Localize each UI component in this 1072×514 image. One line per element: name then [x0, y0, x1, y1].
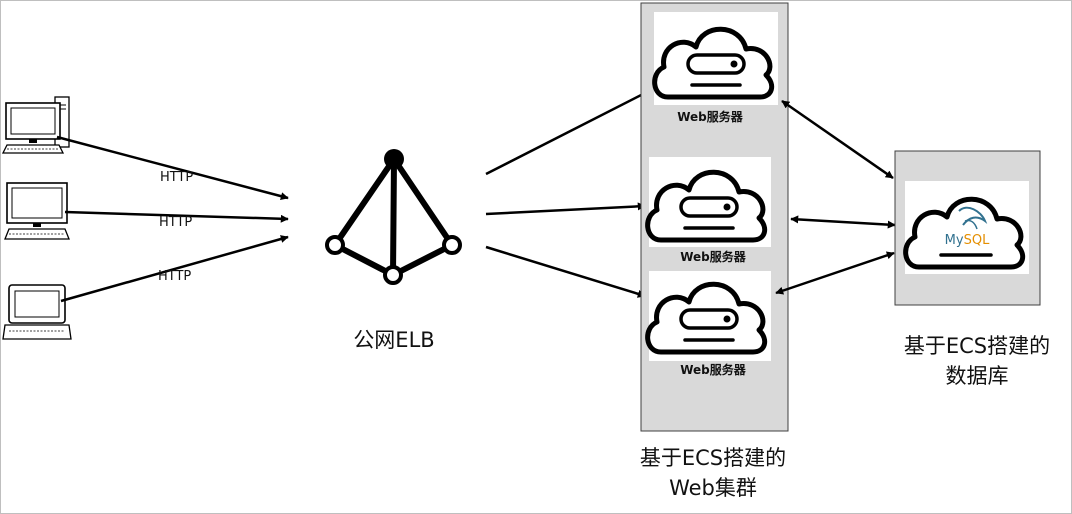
load-balancer-icon: [325, 149, 462, 285]
web-server-2-label: Web服务器: [680, 249, 747, 264]
desktop-client-1-icon: [1, 96, 70, 154]
laptop-client-icon: [2, 284, 72, 340]
database-caption-line2: 数据库: [946, 364, 1009, 388]
architecture-diagram: HTTP HTTP HTTP 公网ELB Web服务器 Web服务器 Web服务…: [0, 0, 1072, 514]
desktop-client-2-icon: [4, 182, 70, 240]
elb-label: 公网ELB: [353, 328, 434, 352]
http-label-3: HTTP: [158, 269, 191, 284]
http-label-2: HTTP: [159, 215, 192, 230]
mysql-logo-text: MySQL: [945, 233, 990, 248]
server-2-db-link: [790, 215, 896, 229]
elb-to-server-3-arrow: [485, 245, 646, 298]
elb-to-server-1-arrow: [485, 88, 652, 176]
mysql-logo-sql: SQL: [964, 233, 990, 248]
web-server-3-label: Web服务器: [680, 362, 747, 377]
web-cluster-caption-line1: 基于ECS搭建的: [640, 446, 786, 470]
server-3-db-link: [775, 251, 895, 295]
web-server-1-label: Web服务器: [677, 109, 744, 124]
web-cluster-caption-line2: Web集群: [669, 476, 757, 500]
elb-to-server-2-arrow: [485, 202, 646, 216]
http-label-1: HTTP: [160, 170, 193, 185]
mysql-logo-my: My: [945, 233, 964, 248]
http-arrow-1: [56, 135, 289, 201]
database-caption-line1: 基于ECS搭建的: [904, 334, 1050, 358]
server-1-db-link: [781, 99, 894, 180]
